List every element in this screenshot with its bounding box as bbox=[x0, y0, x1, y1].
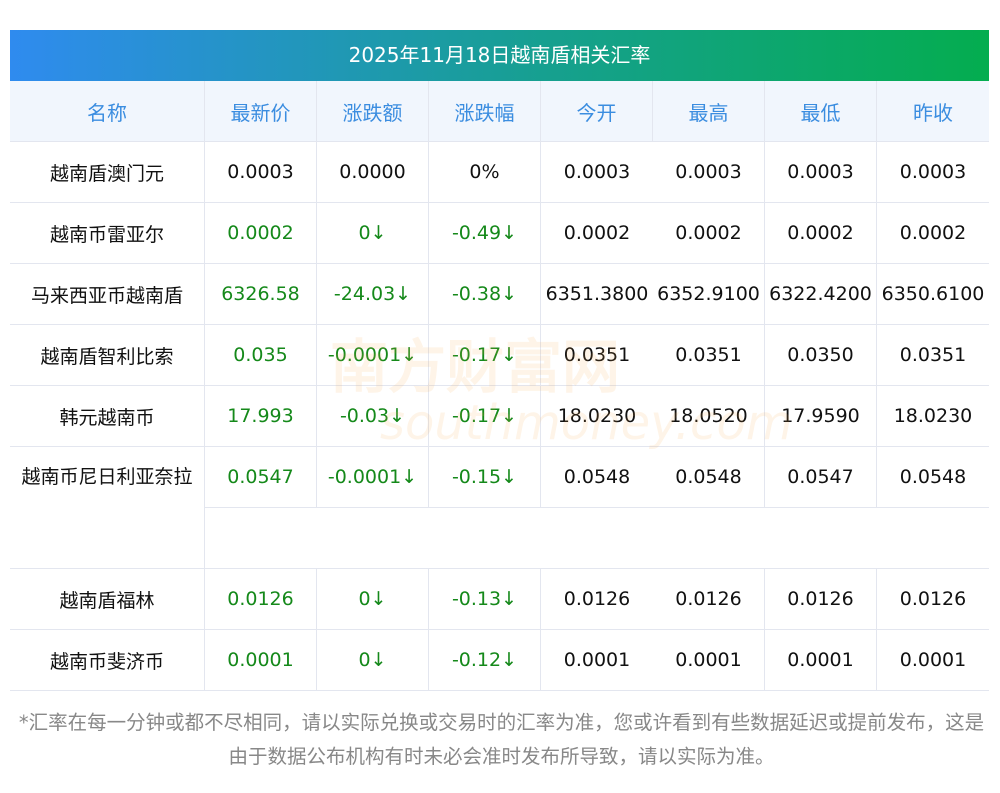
table-cell: -0.12↓ bbox=[429, 630, 541, 691]
table-cell: 0.0003 bbox=[541, 142, 653, 203]
table-cell: -0.17↓ bbox=[429, 325, 541, 386]
currency-pair-name: 韩元越南币 bbox=[10, 386, 205, 447]
table-cell: 6350.6100 bbox=[877, 264, 989, 325]
table-cell: 0.0548 bbox=[541, 447, 653, 508]
disclaimer-note: *汇率在每一分钟或都不尽相同，请以实际兑换或交易时的汇率为准，您或许看到有些数据… bbox=[18, 711, 985, 768]
table-cell: 0.0350 bbox=[765, 325, 877, 386]
currency-pair-name: 越南盾澳门元 bbox=[10, 142, 205, 203]
table-cell: 0.035 bbox=[205, 325, 317, 386]
table-cell: 0.0001 bbox=[765, 630, 877, 691]
currency-pair-name: 越南币斐济币 bbox=[10, 630, 205, 691]
table-cell: 18.0230 bbox=[877, 386, 989, 447]
column-header: 今开 bbox=[541, 81, 653, 142]
column-header: 最低 bbox=[765, 81, 877, 142]
table-cell: 6351.3800 bbox=[541, 264, 653, 325]
table-cell: 0.0547 bbox=[205, 447, 317, 508]
table-cell: 0.0126 bbox=[205, 569, 317, 630]
table-cell: 0↓ bbox=[317, 630, 429, 691]
table-cell: 0.0351 bbox=[877, 325, 989, 386]
table-cell: 0.0003 bbox=[877, 142, 989, 203]
table-cell: 0↓ bbox=[317, 569, 429, 630]
table-cell: 0.0351 bbox=[541, 325, 653, 386]
table-cell: 6352.9100 bbox=[653, 264, 765, 325]
table-cell: 0.0001 bbox=[877, 630, 989, 691]
table-cell: 0.0001 bbox=[205, 630, 317, 691]
table-cell: 0.0002 bbox=[765, 203, 877, 264]
currency-pair-name: 越南盾智利比索 bbox=[10, 325, 205, 386]
table-cell: 17.9590 bbox=[765, 386, 877, 447]
table-cell: 0.0126 bbox=[765, 569, 877, 630]
column-header: 最新价 bbox=[205, 81, 317, 142]
table-cell: -0.38↓ bbox=[429, 264, 541, 325]
table-cell: -0.03↓ bbox=[317, 386, 429, 447]
table-title: 2025年11月18日越南盾相关汇率 bbox=[10, 30, 989, 81]
column-header: 最高 bbox=[653, 81, 765, 142]
column-header: 涨跌额 bbox=[317, 81, 429, 142]
column-header: 名称 bbox=[10, 81, 205, 142]
table-cell: 0% bbox=[429, 142, 541, 203]
table-cell: -0.0001↓ bbox=[317, 325, 429, 386]
column-header: 昨收 bbox=[877, 81, 989, 142]
table-cell: 0.0001 bbox=[653, 630, 765, 691]
currency-pair-name: 越南币尼日利亚奈拉 bbox=[10, 447, 205, 569]
table-cell: -0.0001↓ bbox=[317, 447, 429, 508]
currency-pair-name: 马来西亚币越南盾 bbox=[10, 264, 205, 325]
table-cell: 0.0002 bbox=[205, 203, 317, 264]
table-cell: -0.15↓ bbox=[429, 447, 541, 508]
table-cell: 0.0003 bbox=[765, 142, 877, 203]
table-cell: -24.03↓ bbox=[317, 264, 429, 325]
table-cell: 0.0126 bbox=[877, 569, 989, 630]
currency-pair-name: 越南币雷亚尔 bbox=[10, 203, 205, 264]
table-cell: 17.993 bbox=[205, 386, 317, 447]
table-cell: 0.0351 bbox=[653, 325, 765, 386]
table-cell: 6326.58 bbox=[205, 264, 317, 325]
table-cell: 0.0126 bbox=[653, 569, 765, 630]
table-cell: 0.0548 bbox=[653, 447, 765, 508]
table-cell: 0.0002 bbox=[541, 203, 653, 264]
row-spacer bbox=[205, 508, 989, 569]
table-cell: 18.0230 bbox=[541, 386, 653, 447]
exchange-rate-table: 名称 最新价 涨跌额 涨跌幅 今开 最高 最低 昨收 越南盾澳门元 0.0003 0.0000 0% 0… bbox=[10, 81, 989, 691]
table-cell: 0↓ bbox=[317, 203, 429, 264]
table-cell: 0.0126 bbox=[541, 569, 653, 630]
table-cell: 18.0520 bbox=[653, 386, 765, 447]
table-cell: 0.0000 bbox=[317, 142, 429, 203]
table-cell: -0.49↓ bbox=[429, 203, 541, 264]
table-cell: 0.0001 bbox=[541, 630, 653, 691]
column-header: 涨跌幅 bbox=[429, 81, 541, 142]
table-cell: 6322.4200 bbox=[765, 264, 877, 325]
table-cell: 0.0002 bbox=[877, 203, 989, 264]
table-cell: 0.0548 bbox=[877, 447, 989, 508]
table-cell: 0.0002 bbox=[653, 203, 765, 264]
table-cell: 0.0003 bbox=[205, 142, 317, 203]
table-cell: -0.17↓ bbox=[429, 386, 541, 447]
currency-pair-name: 越南盾福林 bbox=[10, 569, 205, 630]
table-cell: -0.13↓ bbox=[429, 569, 541, 630]
table-cell: 0.0003 bbox=[653, 142, 765, 203]
table-cell: 0.0547 bbox=[765, 447, 877, 508]
